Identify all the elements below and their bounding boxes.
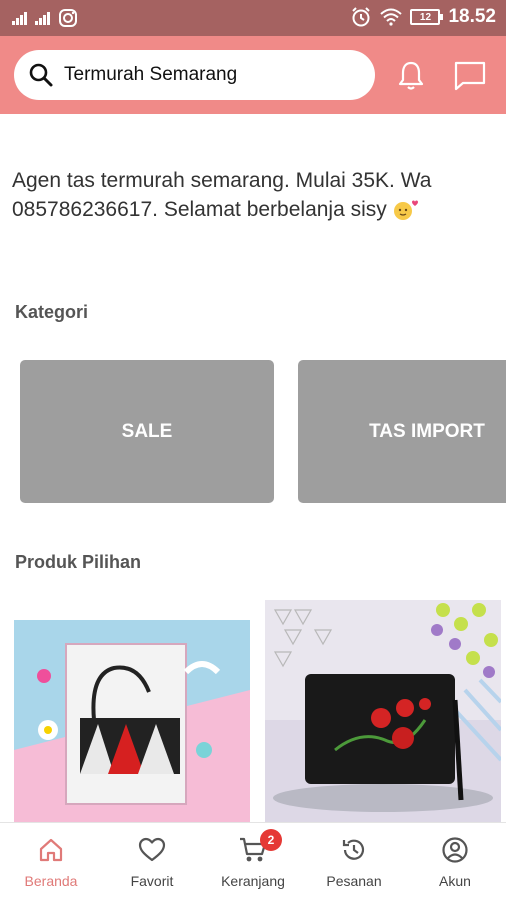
product-image xyxy=(265,600,501,822)
cart-badge: 2 xyxy=(260,829,282,851)
chat-icon xyxy=(454,61,486,91)
wifi-icon xyxy=(380,8,403,26)
heart-icon xyxy=(138,835,166,865)
nav-label: Beranda xyxy=(24,873,78,889)
search-icon xyxy=(29,63,53,87)
product-image xyxy=(14,620,250,822)
account-icon xyxy=(441,835,469,865)
bottom-nav: Beranda Favorit 2 Keranjang Pesanan Akun xyxy=(0,822,506,900)
nav-item-pesanan[interactable]: Pesanan xyxy=(304,823,404,900)
nav-item-keranjang[interactable]: 2 Keranjang xyxy=(203,823,303,900)
nav-label: Pesanan xyxy=(326,873,382,889)
chat-button[interactable] xyxy=(450,56,490,96)
instagram-icon xyxy=(59,9,77,27)
battery-icon: 12 xyxy=(410,9,444,25)
shop-description-text: Agen tas termurah semarang. Mulai 35K. W… xyxy=(12,169,432,221)
history-icon xyxy=(340,835,368,865)
cart-icon: 2 xyxy=(238,829,282,865)
notification-button[interactable] xyxy=(391,56,431,96)
shop-description: Agen tas termurah semarang. Mulai 35K. W… xyxy=(12,166,492,224)
category-label: SALE xyxy=(121,420,173,442)
nav-item-akun[interactable]: Akun xyxy=(405,823,505,900)
bell-icon xyxy=(398,61,424,90)
category-card-tas-import[interactable]: TAS IMPORT xyxy=(298,360,506,503)
search-value: Termurah Semarang xyxy=(64,64,238,85)
nav-item-favorit[interactable]: Favorit xyxy=(102,823,202,900)
alarm-icon xyxy=(352,7,371,27)
category-label: TAS IMPORT xyxy=(369,420,485,442)
product-card[interactable] xyxy=(265,600,501,822)
status-bar: 12 18.52 xyxy=(0,0,506,36)
signal-icon xyxy=(35,11,50,25)
battery-level: 12 xyxy=(419,11,432,23)
status-left xyxy=(12,8,78,28)
search-input[interactable]: Termurah Semarang xyxy=(14,50,375,100)
nav-label: Akun xyxy=(439,873,471,889)
category-card-sale[interactable]: SALE xyxy=(20,360,274,503)
product-card[interactable] xyxy=(14,600,250,822)
emoji-icon xyxy=(393,200,418,221)
categories-title: Kategori xyxy=(15,302,89,322)
home-icon xyxy=(37,835,65,865)
nav-item-beranda[interactable]: Beranda xyxy=(1,823,101,900)
status-time: 18.52 xyxy=(448,6,496,27)
status-right: 12 18.52 xyxy=(350,6,496,28)
signal-icon xyxy=(12,11,27,25)
nav-label: Keranjang xyxy=(221,873,285,889)
featured-title: Produk Pilihan xyxy=(15,552,142,572)
header: Termurah Semarang xyxy=(0,36,506,114)
nav-label: Favorit xyxy=(130,873,174,889)
